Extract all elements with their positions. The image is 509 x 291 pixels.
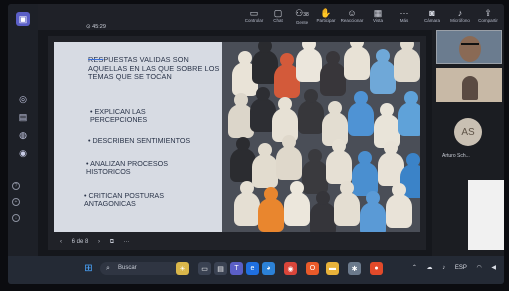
- timer-text: 45:29: [92, 24, 106, 30]
- app-rail: ▣ ◎ ▤ ◍ ◉ ? + ↓: [8, 4, 38, 256]
- view-icon: ▦: [373, 8, 383, 18]
- slide-bullet: • DESCRIBEN SENTIMIENTOS: [88, 136, 191, 145]
- apps-icon[interactable]: +: [12, 198, 20, 206]
- chrome-icon[interactable]: ◉: [284, 262, 297, 275]
- participant-figure: [462, 76, 478, 100]
- participant-name: Arturo Sch...: [442, 153, 470, 159]
- next-slide-button[interactable]: ›: [98, 239, 100, 245]
- teams-icon[interactable]: ▣: [16, 12, 30, 26]
- slide-more-icon[interactable]: ···: [124, 239, 130, 245]
- shared-content-stage: RESPUESTAS VALIDAS SON AQUELLAS EN LAS Q…: [48, 36, 426, 250]
- slide-navigation: ‹ 6 de 8 › ⧉ ···: [60, 239, 138, 246]
- settings-icon[interactable]: ✱: [348, 262, 361, 275]
- mic-tray-icon[interactable]: ♪: [442, 265, 445, 271]
- shield-icon: ⊙: [86, 24, 91, 30]
- teams-meeting-window: ▣ ◎ ▤ ◍ ◉ ? + ↓ ⊙ 45:29 ▭ Controlar ▢ Ch…: [8, 4, 504, 284]
- view-label: Vista: [373, 18, 383, 23]
- raise-hand-button[interactable]: ✋ Participar: [312, 8, 340, 30]
- mic-button[interactable]: ♪ Micrófono: [446, 8, 474, 30]
- slide-text-panel: RESPUESTAS VALIDAS SON AQUELLAS EN LAS Q…: [54, 42, 222, 232]
- camera-icon: ◙: [429, 8, 435, 18]
- react-button[interactable]: ☺ Reaccionar: [338, 8, 366, 30]
- edge-icon[interactable]: e: [246, 262, 259, 275]
- slide-bullet: • EXPLICAN LAS PERCEPCIONES: [90, 107, 148, 125]
- side-controls: ? + ↓: [12, 182, 20, 230]
- language-indicator[interactable]: ESP: [455, 265, 467, 271]
- participant-panel: AS Arturo Sch...: [432, 30, 504, 256]
- react-icon: ☺: [347, 8, 357, 18]
- people-count-badge: 38: [303, 12, 309, 18]
- file-explorer-icon[interactable]: ▬: [326, 262, 339, 275]
- calendar-icon[interactable]: ◍: [16, 128, 30, 142]
- office-icon[interactable]: O: [306, 262, 319, 275]
- taskbar: ⊞ ⌕ Buscar ☀ ▭ ▤ T e ◕ ◉ O ▬ ✱ ● ⌃ ☁ ♪ E…: [8, 256, 504, 284]
- slide-bullet: • ANALIZAN PROCESOS HISTORICOS: [86, 159, 168, 177]
- task-view-icon[interactable]: ▭: [198, 262, 211, 275]
- app-icon[interactable]: ●: [370, 262, 383, 275]
- slide-title-text: PUESTAS VALIDAS SON AQUELLAS EN LAS QUE …: [88, 55, 220, 82]
- slide-bullet: • CRITICAN POSTURAS ANTAGONICAS: [84, 191, 164, 209]
- meeting-toolbar: ⊙ 45:29 ▭ Controlar ▢ Chat ⚇38 Gente ✋ P…: [38, 4, 504, 30]
- widgets-icon[interactable]: ▤: [214, 262, 227, 275]
- presentation-slide: RESPUESTAS VALIDAS SON AQUELLAS EN LAS Q…: [54, 42, 420, 232]
- slide-photo: [222, 42, 420, 232]
- mic-label: Micrófono: [450, 18, 470, 23]
- search-icon: ⌕: [106, 265, 110, 272]
- wifi-icon[interactable]: ◠: [476, 265, 481, 271]
- react-label: Reaccionar: [340, 18, 364, 23]
- avatar[interactable]: AS: [454, 118, 482, 146]
- share-label: Compartir: [478, 18, 498, 23]
- photo-frame: ▣ ◎ ▤ ◍ ◉ ? + ↓ ⊙ 45:29 ▭ Controlar ▢ Ch…: [0, 0, 509, 291]
- teams-taskbar-icon[interactable]: T: [230, 262, 243, 275]
- prev-slide-button[interactable]: ‹: [60, 239, 62, 245]
- meeting-timer: ⊙ 45:29: [86, 24, 106, 30]
- chat-rail-icon[interactable]: ▤: [16, 110, 30, 124]
- share-icon: ⇪: [484, 8, 492, 18]
- participant-video-second[interactable]: [436, 68, 502, 102]
- participant-video-main[interactable]: [436, 30, 502, 64]
- taskbar-search[interactable]: ⌕ Buscar: [100, 262, 180, 275]
- view-button[interactable]: ▦ Vista: [364, 8, 392, 30]
- mic-icon: ♪: [457, 8, 463, 18]
- browser-icon[interactable]: ◕: [262, 262, 275, 275]
- participate-label: Participar: [316, 18, 336, 23]
- participant-face: [459, 36, 481, 62]
- slide-title: RESPUESTAS VALIDAS SON AQUELLAS EN LAS Q…: [88, 55, 220, 82]
- weather-icon[interactable]: ☀: [176, 262, 189, 275]
- more-label: Más: [399, 18, 409, 23]
- camera-button[interactable]: ◙ Cámara: [418, 8, 446, 30]
- calls-icon[interactable]: ◉: [16, 146, 30, 160]
- camera-label: Cámara: [423, 18, 440, 23]
- search-label: Buscar: [118, 265, 137, 271]
- activity-icon[interactable]: ◎: [16, 92, 30, 106]
- start-icon[interactable]: ⊞: [82, 262, 95, 275]
- chevron-up-icon[interactable]: ⌃: [412, 265, 417, 271]
- slide-grid-icon[interactable]: ⧉: [110, 239, 114, 246]
- share-button[interactable]: ⇪ Compartir: [474, 8, 502, 30]
- more-icon: ···: [399, 8, 409, 18]
- raise-hand-icon: ✋: [320, 8, 332, 18]
- download-icon[interactable]: ↓: [12, 214, 20, 222]
- glasses-shape: [461, 43, 479, 47]
- slide-counter: 6 de 8: [71, 239, 89, 245]
- cloud-icon[interactable]: ☁: [427, 265, 433, 271]
- volume-icon[interactable]: ◀: [491, 265, 496, 271]
- help-icon[interactable]: ?: [12, 182, 20, 190]
- more-button[interactable]: ··· Más: [390, 8, 418, 30]
- screen-glare: [468, 180, 504, 250]
- system-tray: ⌃ ☁ ♪ ESP ◠ ◀: [404, 264, 496, 271]
